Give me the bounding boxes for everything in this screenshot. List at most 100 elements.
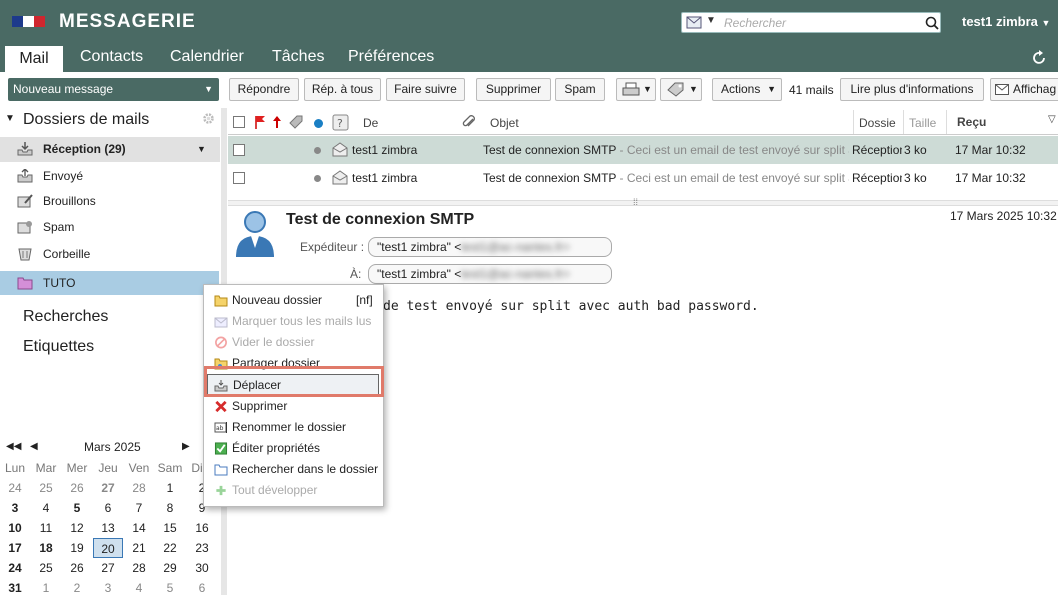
recipient-bubble[interactable]: "test1 zimbra" <test1@ac-nantes.fr>: [368, 264, 612, 284]
calendar-day[interactable]: 23: [187, 538, 217, 558]
calendar-day[interactable]: 5: [62, 498, 92, 518]
sidebar-item-label[interactable]: Réception (29): [43, 137, 126, 162]
tab-calendar[interactable]: Calendrier: [170, 48, 244, 72]
calendar-day[interactable]: 3: [93, 578, 123, 595]
sidebar-item-label[interactable]: Envoyé: [43, 164, 83, 189]
calendar-day[interactable]: 28: [124, 478, 154, 498]
row-checkbox[interactable]: [233, 172, 245, 184]
reply-button[interactable]: Répondre: [229, 78, 299, 101]
calendar-day[interactable]: 22: [155, 538, 185, 558]
menu-item-label[interactable]: Marquer tous les mails lus: [232, 311, 371, 332]
calendar-day[interactable]: 29: [155, 558, 185, 578]
calendar-today[interactable]: 20: [93, 538, 123, 558]
select-all-checkbox[interactable]: [233, 116, 245, 128]
unread-column-icon[interactable]: [314, 119, 323, 128]
menu-item-rename-folder[interactable]: ab Renommer le dossier: [204, 417, 383, 438]
recipient-name[interactable]: "test1 zimbra" <: [377, 267, 461, 281]
tab-mail[interactable]: Mail: [5, 46, 63, 72]
envelope-icon[interactable]: [686, 16, 702, 29]
display-label[interactable]: Affichag: [1013, 82, 1056, 96]
menu-item-label[interactable]: Éditer propriétés: [232, 438, 320, 459]
actions-label[interactable]: Actions: [721, 82, 760, 96]
calendar-day[interactable]: 14: [124, 518, 154, 538]
calendar-day[interactable]: 8: [155, 498, 185, 518]
sidebar-item-drafts[interactable]: Brouillons: [0, 189, 220, 214]
calendar-day[interactable]: 27: [93, 558, 123, 578]
sidebar-item-label[interactable]: Corbeille: [43, 242, 90, 267]
menu-item-search-in-folder[interactable]: Rechercher dans le dossier: [204, 459, 383, 480]
menu-item-label[interactable]: Rechercher dans le dossier: [232, 459, 378, 480]
sort-icon[interactable]: ▽: [1048, 114, 1056, 125]
menu-item-label[interactable]: Nouveau dossier: [232, 290, 322, 311]
tag-column-icon[interactable]: [288, 114, 304, 130]
calendar-day[interactable]: 17: [0, 538, 30, 558]
prev-month-icon[interactable]: ◀: [30, 441, 38, 452]
status-column-icon[interactable]: ?: [332, 114, 349, 131]
calendar-day[interactable]: 5: [155, 578, 185, 595]
refresh-icon[interactable]: [1031, 50, 1047, 66]
calendar-day[interactable]: 21: [124, 538, 154, 558]
calendar-day[interactable]: 12: [62, 518, 92, 538]
search-icon[interactable]: [925, 16, 939, 30]
tab-preferences[interactable]: Préférences: [348, 48, 434, 72]
calendar-day[interactable]: 10: [0, 518, 30, 538]
sender-email[interactable]: test1@ac-nantes.fr>: [461, 238, 570, 256]
menu-item-label[interactable]: Supprimer: [232, 396, 287, 417]
calendar-day[interactable]: 16: [187, 518, 217, 538]
calendar-day[interactable]: 4: [124, 578, 154, 595]
calendar-day[interactable]: 24: [0, 478, 30, 498]
spam-button[interactable]: Spam: [555, 78, 605, 101]
sidebar-item-inbox[interactable]: Réception (29) ▼: [0, 137, 220, 162]
menu-item-expand-all[interactable]: Tout développer: [204, 480, 383, 501]
calendar-day[interactable]: 27: [93, 478, 123, 498]
sidebar-item-tuto[interactable]: TUTO: [0, 271, 219, 295]
new-message-chevron-icon[interactable]: ▼: [204, 78, 213, 101]
sidebar-searches[interactable]: Recherches: [23, 308, 108, 326]
flag-column-icon[interactable]: [254, 115, 266, 129]
menu-item-edit-properties[interactable]: Éditer propriétés: [204, 438, 383, 459]
menu-item-label[interactable]: Déplacer: [233, 375, 281, 396]
inbox-chevron-icon[interactable]: ▼: [197, 137, 206, 162]
table-row[interactable]: test1 zimbra Test de connexion SMTP - Ce…: [228, 164, 1058, 192]
new-message-button[interactable]: Nouveau message ▼: [8, 78, 219, 101]
calendar-day[interactable]: 2: [62, 578, 92, 595]
sidebar-tags[interactable]: Etiquettes: [23, 338, 94, 356]
folders-collapse-icon[interactable]: ▼: [5, 113, 15, 124]
menu-item-empty-folder[interactable]: Vider le dossier: [204, 332, 383, 353]
sidebar-item-label[interactable]: Spam: [43, 215, 74, 240]
user-menu-chevron-icon[interactable]: ▼: [1042, 18, 1051, 28]
calendar-day[interactable]: 25: [31, 478, 61, 498]
search-input[interactable]: [724, 15, 914, 31]
new-message-label[interactable]: Nouveau message: [13, 82, 113, 96]
calendar-day[interactable]: 24: [0, 558, 30, 578]
sender-name[interactable]: "test1 zimbra" <: [377, 240, 461, 254]
search-box[interactable]: ▼: [681, 12, 941, 33]
menu-item-move[interactable]: Déplacer: [207, 374, 379, 395]
tag-button[interactable]: ▼: [660, 78, 702, 101]
actions-button[interactable]: Actions ▼: [712, 78, 782, 101]
calendar-day[interactable]: 26: [62, 478, 92, 498]
calendar-day[interactable]: 1: [155, 478, 185, 498]
menu-item-share-folder[interactable]: Partager dossier: [204, 353, 383, 374]
calendar-day[interactable]: 7: [124, 498, 154, 518]
search-type-chevron-down-icon[interactable]: ▼: [706, 15, 716, 26]
table-row[interactable]: test1 zimbra Test de connexion SMTP - Ce…: [228, 136, 1058, 164]
received-column-header[interactable]: Reçu: [957, 115, 986, 129]
calendar-day[interactable]: 26: [62, 558, 92, 578]
menu-item-label[interactable]: Partager dossier: [232, 353, 320, 374]
calendar-day[interactable]: 31: [0, 578, 30, 595]
calendar-day[interactable]: 11: [31, 518, 61, 538]
recipient-email[interactable]: test1@ac-nantes.fr>: [461, 265, 570, 283]
user-name-label[interactable]: test1 zimbra: [962, 14, 1038, 29]
calendar-day[interactable]: 19: [62, 538, 92, 558]
calendar-day[interactable]: 13: [93, 518, 123, 538]
calendar-day[interactable]: 25: [31, 558, 61, 578]
user-menu[interactable]: test1 zimbra ▼: [962, 14, 1050, 29]
row-checkbox[interactable]: [233, 144, 245, 156]
calendar-day[interactable]: 28: [124, 558, 154, 578]
prev-year-icon[interactable]: ◀◀: [6, 441, 21, 452]
sidebar-item-trash[interactable]: Corbeille: [0, 242, 220, 267]
print-chevron-icon[interactable]: ▼: [643, 79, 652, 100]
calendar-day[interactable]: 15: [155, 518, 185, 538]
sidebar-item-sent[interactable]: Envoyé: [0, 164, 220, 189]
